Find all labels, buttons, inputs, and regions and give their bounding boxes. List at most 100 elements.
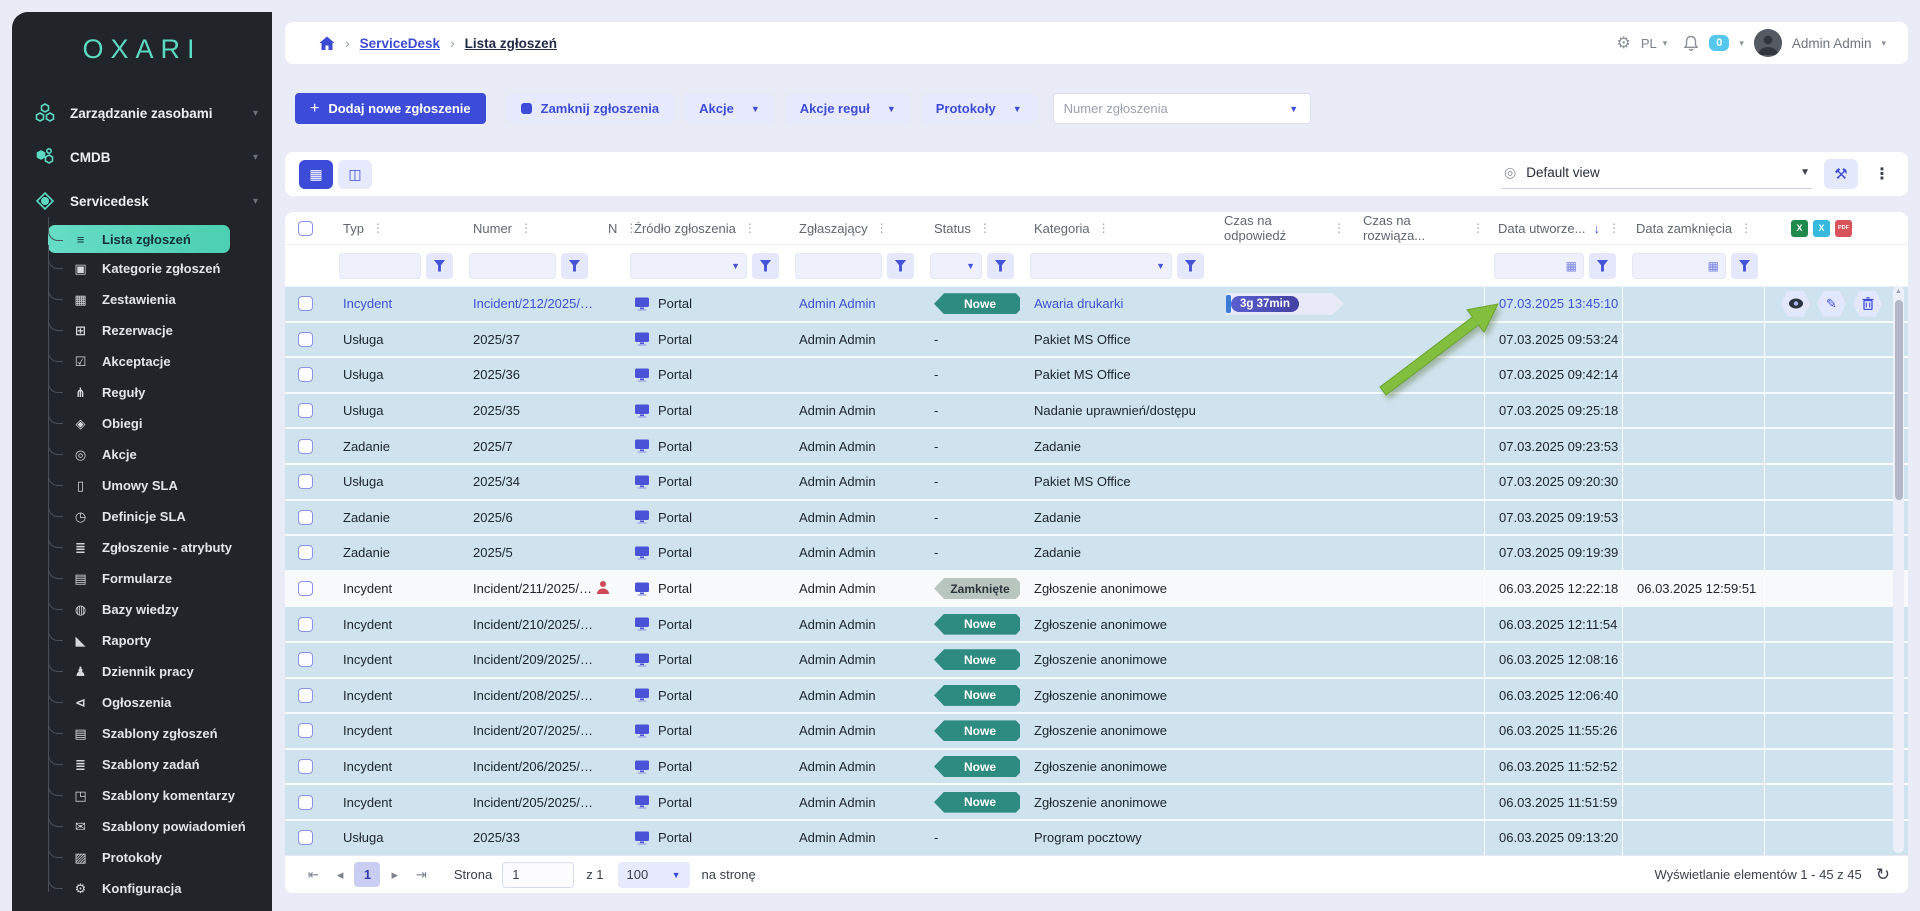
sidebar-item-formularze[interactable]: ▤Formularze xyxy=(48,563,272,594)
ticket-number-input[interactable] xyxy=(1054,101,1278,116)
avatar[interactable] xyxy=(1754,29,1782,57)
table-row[interactable]: Usługa2025/35PortalAdmin Admin-Nadanie u… xyxy=(285,394,1908,430)
bell-icon[interactable] xyxy=(1683,35,1699,52)
table-row[interactable]: Zadanie2025/6PortalAdmin Admin-Zadanie07… xyxy=(285,501,1908,537)
filter-funnel-button[interactable] xyxy=(426,253,453,279)
sidebar-item-szablony-komentarzy[interactable]: ◳Szablony komentarzy xyxy=(48,780,272,811)
edit-button[interactable]: ✎ xyxy=(1817,291,1846,317)
add-ticket-button[interactable]: + Dodaj nowe zgłoszenie xyxy=(295,93,486,124)
row-checkbox[interactable] xyxy=(298,617,313,632)
filter-funnel-button[interactable] xyxy=(1731,253,1758,279)
delete-button[interactable] xyxy=(1853,291,1882,317)
filter-input-typ[interactable] xyxy=(339,253,421,279)
rule-actions-dropdown-button[interactable]: Akcje reguł ▼ xyxy=(785,93,911,124)
table-row[interactable]: IncydentIncident/208/2025/3/6PortalAdmin… xyxy=(285,679,1908,715)
sidebar-item-umowy-sla[interactable]: ▯Umowy SLA xyxy=(48,470,272,501)
filter-date-input-data_utw[interactable]: ▦ xyxy=(1494,253,1584,279)
filter-funnel-button[interactable] xyxy=(1589,253,1616,279)
breadcrumb-servicedesk[interactable]: ServiceDesk xyxy=(360,36,440,51)
row-checkbox[interactable] xyxy=(298,581,313,596)
sidebar-item-akceptacje[interactable]: ☑Akceptacje xyxy=(48,346,272,377)
export-csv-icon[interactable]: X xyxy=(1813,220,1830,237)
filter-date-input-data_zamk[interactable]: ▦ xyxy=(1632,253,1726,279)
sidebar-item-konfiguracja[interactable]: ⚙Konfiguracja xyxy=(48,873,272,904)
sidebar-item-akcje[interactable]: ◎Akcje xyxy=(48,439,272,470)
notification-count-badge[interactable]: 0 xyxy=(1709,35,1729,51)
chevron-down-icon[interactable]: ▾ xyxy=(1739,38,1744,49)
scrollbar-thumb[interactable] xyxy=(1895,300,1903,500)
grid-view-button[interactable]: ▦ xyxy=(299,160,333,189)
export-pdf-icon[interactable]: PDF xyxy=(1835,220,1852,237)
row-checkbox[interactable] xyxy=(298,474,313,489)
column-menu-kebab[interactable]: ⋮ xyxy=(1333,221,1345,235)
sidebar-item-raporty[interactable]: ◣Raporty xyxy=(48,625,272,656)
row-checkbox[interactable] xyxy=(298,688,313,703)
filter-text-input[interactable] xyxy=(802,258,875,273)
sidebar-item-cmdb[interactable]: CMDB ▾ xyxy=(12,135,272,179)
gear-icon[interactable]: ⚙ xyxy=(1616,33,1630,53)
scroll-up-arrow[interactable]: ▲ xyxy=(1893,288,1904,295)
row-checkbox[interactable] xyxy=(298,545,313,560)
row-checkbox[interactable] xyxy=(298,332,313,347)
filter-funnel-button[interactable] xyxy=(1177,253,1204,279)
column-menu-kebab[interactable]: ⋮ xyxy=(876,221,888,235)
sidebar-item-protokoły[interactable]: ▨Protokoły xyxy=(48,842,272,873)
sidebar-item-definicje-sla[interactable]: ◷Definicje SLA xyxy=(48,501,272,532)
table-row[interactable]: Usługa2025/33PortalAdmin Admin-Program p… xyxy=(285,821,1908,856)
column-menu-kebab[interactable]: ⋮ xyxy=(520,221,532,235)
sidebar-item-obiegi[interactable]: ◈Obiegi xyxy=(48,408,272,439)
select-all-checkbox[interactable] xyxy=(298,221,313,236)
filter-select-zrodlo[interactable]: ▼ xyxy=(630,253,747,279)
sidebar-item-ogłoszenia[interactable]: ⊲Ogłoszenia xyxy=(48,687,272,718)
chevron-down-icon[interactable]: ▼ xyxy=(1278,94,1310,123)
row-checkbox[interactable] xyxy=(298,830,313,845)
column-menu-kebab[interactable]: ⋮ xyxy=(744,221,756,235)
more-options-kebab[interactable]: ⋮ xyxy=(1870,164,1894,184)
row-checkbox[interactable] xyxy=(298,439,313,454)
calendar-icon[interactable]: ▦ xyxy=(1566,259,1577,273)
next-page-icon[interactable]: ▸ xyxy=(382,867,407,883)
sidebar-item-bazy-wiedzy[interactable]: ◍Bazy wiedzy xyxy=(48,594,272,625)
vertical-scrollbar[interactable]: ▲ xyxy=(1893,286,1904,853)
table-row[interactable]: IncydentIncident/212/2025/3/7PortalAdmin… xyxy=(285,287,1908,323)
column-menu-kebab[interactable]: ⋮ xyxy=(372,221,384,235)
sidebar-item-zarzadzanie-zasobami[interactable]: Zarządzanie zasobami ▾ xyxy=(12,91,272,135)
sidebar-item-reguły[interactable]: ⋔Reguły xyxy=(48,377,272,408)
filter-funnel-button[interactable] xyxy=(987,253,1014,279)
protocols-dropdown-button[interactable]: Protokoły ▼ xyxy=(921,93,1037,124)
table-row[interactable]: IncydentIncident/210/2025/3/6PortalAdmin… xyxy=(285,607,1908,643)
row-checkbox[interactable] xyxy=(298,652,313,667)
sort-desc-icon[interactable]: ↓ xyxy=(1593,221,1600,236)
table-row[interactable]: Zadanie2025/7PortalAdmin Admin-Zadanie07… xyxy=(285,429,1908,465)
filter-funnel-button[interactable] xyxy=(561,253,588,279)
column-menu-kebab[interactable]: ⋮ xyxy=(1608,221,1620,235)
actions-dropdown-button[interactable]: Akcje ▼ xyxy=(684,93,775,124)
filter-input-numer[interactable] xyxy=(469,253,556,279)
cell-numer[interactable]: Incident/212/2025/3/7 xyxy=(459,296,594,311)
row-checkbox[interactable] xyxy=(298,795,313,810)
calendar-icon[interactable]: ▦ xyxy=(1708,259,1719,273)
row-checkbox[interactable] xyxy=(298,367,313,382)
table-row[interactable]: IncydentIncident/211/2025/3/6PortalAdmin… xyxy=(285,572,1908,608)
table-row[interactable]: IncydentIncident/206/2025/3/6PortalAdmin… xyxy=(285,750,1908,786)
table-row[interactable]: Zadanie2025/5PortalAdmin Admin-Zadanie07… xyxy=(285,536,1908,572)
sidebar-item-szablony-powiadomień[interactable]: ✉Szablony powiadomień xyxy=(48,811,272,842)
filter-funnel-button[interactable] xyxy=(887,253,914,279)
column-menu-kebab[interactable]: ⋮ xyxy=(1740,221,1752,235)
user-name[interactable]: Admin Admin xyxy=(1792,36,1872,51)
current-page-button[interactable]: 1 xyxy=(354,862,380,887)
table-row[interactable]: IncydentIncident/209/2025/3/6PortalAdmin… xyxy=(285,643,1908,679)
row-checkbox[interactable] xyxy=(298,403,313,418)
filter-text-input[interactable] xyxy=(346,258,414,273)
column-menu-kebab[interactable]: ⋮ xyxy=(1472,221,1484,235)
row-checkbox[interactable] xyxy=(298,759,313,774)
table-row[interactable]: IncydentIncident/207/2025/3/6PortalAdmin… xyxy=(285,714,1908,750)
language-selector[interactable]: PL▾ xyxy=(1641,36,1667,51)
sidebar-item-zgłoszenie-atrybuty[interactable]: ≣Zgłoszenie - atrybuty xyxy=(48,532,272,563)
last-page-icon[interactable]: ⇥ xyxy=(407,867,436,883)
default-view-select[interactable]: ◎ Default view ▼ xyxy=(1502,160,1812,189)
table-row[interactable]: Usługa2025/34PortalAdmin Admin-Pakiet MS… xyxy=(285,465,1908,501)
sidebar-item-lista-zgłoszeń[interactable]: ≡Lista zgłoszeń xyxy=(48,225,230,253)
filter-funnel-button[interactable] xyxy=(752,253,779,279)
export-xls-icon[interactable]: X xyxy=(1791,220,1808,237)
